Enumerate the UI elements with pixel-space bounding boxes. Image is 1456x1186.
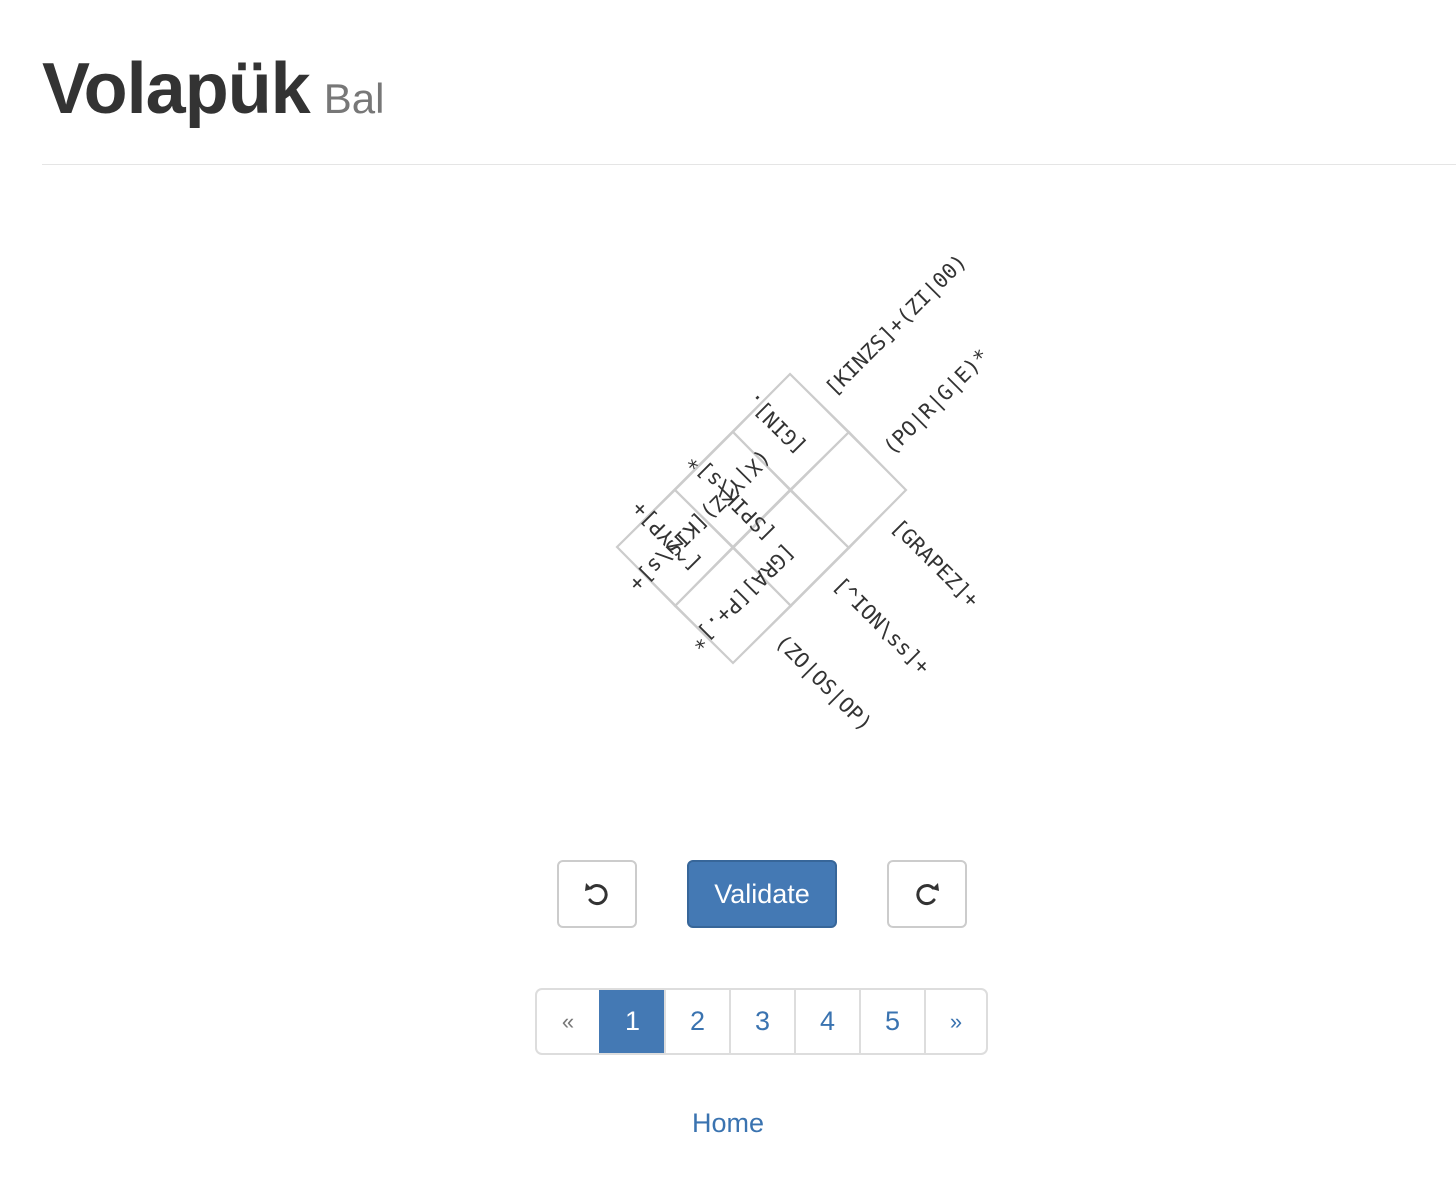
page-4[interactable]: 4 [794,990,859,1053]
clue-label: [^ION\ss]+ [828,573,934,679]
clue-label: (ZO|OS|OP) [770,630,877,737]
page-5[interactable]: 5 [859,990,924,1053]
puzzle-board: [^ZYP]+ [SPIK\s]* [GIN]. [KINZS]+(ZI|00)… [615,249,995,737]
clue-label: (PO|R|G|E)* [879,344,995,460]
redo-icon [916,883,939,905]
undo-button[interactable] [557,860,637,928]
page-3[interactable]: 3 [729,990,794,1053]
redo-button[interactable] [887,860,967,928]
page-1[interactable]: 1 [599,990,664,1053]
clue-label: [GIN]. [741,388,812,459]
page-prev[interactable]: « [537,990,599,1053]
home-link[interactable]: Home [0,1108,1456,1139]
pagination: « 1 2 3 4 5 » [535,988,988,1055]
controls: Validate [0,860,1456,928]
page-2[interactable]: 2 [664,990,729,1053]
page-next[interactable]: » [924,990,986,1053]
undo-icon [585,883,608,905]
validate-button[interactable]: Validate [687,860,837,928]
clue-label: [GRAPEZ]+ [886,515,983,612]
